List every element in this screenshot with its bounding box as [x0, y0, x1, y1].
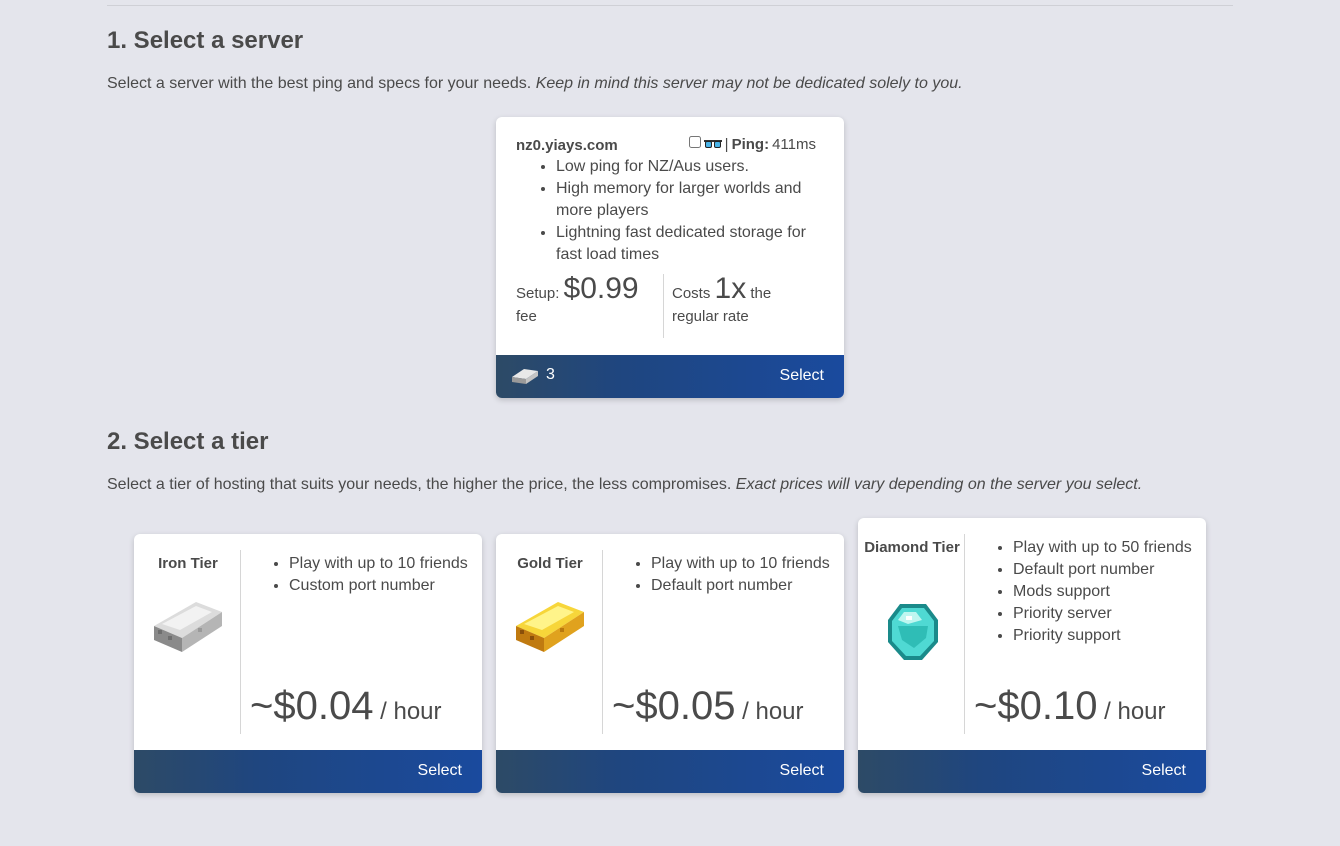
list-item: Priority server	[1013, 603, 1195, 625]
ping-label: Ping:	[731, 136, 770, 153]
list-item: Play with up to 10 friends	[289, 553, 471, 575]
select-diamond-tier-button[interactable]: Select	[1142, 762, 1186, 780]
tier-card-gold[interactable]: Gold Tier Play with up to 10 friends Def…	[496, 534, 844, 793]
setup-price: $0.99	[563, 272, 639, 305]
iron-ingot-icon	[512, 369, 538, 384]
list-item: Low ping for NZ/Aus users.	[556, 156, 828, 178]
list-item: Play with up to 50 friends	[1013, 537, 1195, 559]
tier-feature-list: Play with up to 10 friends Custom port n…	[271, 553, 471, 597]
section-title-server: 1. Select a server	[107, 27, 304, 54]
tier-card-footer: Select	[858, 750, 1206, 793]
tier-card-iron[interactable]: Iron Tier Play with up to 10 friends Cus…	[134, 534, 482, 793]
list-item: Mods support	[1013, 581, 1195, 603]
tier-price: ~$0.04 / hour	[250, 684, 442, 728]
server-hostname: nz0.yiays.com	[516, 137, 618, 154]
top-divider	[107, 5, 1233, 6]
list-item: Default port number	[651, 575, 833, 597]
iron-ingot-icon	[154, 602, 222, 652]
section-title-tier: 2. Select a tier	[107, 428, 269, 455]
gold-ingot-icon	[516, 602, 584, 652]
cost-multiplier-value: 1x	[714, 272, 747, 305]
setup-fee: Setup: $0.99 fee	[516, 272, 639, 326]
list-item: Default port number	[1013, 559, 1195, 581]
tier-price: ~$0.10 / hour	[974, 684, 1166, 728]
server-card-footer: 3 Select	[496, 355, 844, 398]
select-gold-tier-button[interactable]: Select	[780, 762, 824, 780]
tier-name: Gold Tier	[517, 555, 583, 572]
divider	[663, 274, 664, 338]
list-item: Play with up to 10 friends	[651, 553, 833, 575]
tier-name: Diamond Tier	[864, 539, 960, 556]
tier-feature-list: Play with up to 50 friends Default port …	[995, 537, 1195, 647]
tier-feature-list: Play with up to 10 friends Default port …	[633, 553, 833, 597]
list-item: Priority support	[1013, 625, 1195, 647]
ingot-count: 3	[510, 365, 555, 385]
server-card[interactable]: nz0.yiays.com | Ping: 411ms Low ping for…	[496, 117, 844, 398]
glasses-icon	[703, 139, 722, 148]
section-desc-tier: Select a tier of hosting that suits your…	[107, 476, 1143, 493]
select-iron-tier-button[interactable]: Select	[418, 762, 462, 780]
divider	[602, 550, 603, 734]
list-item: Lightning fast dedicated storage for fas…	[556, 222, 828, 266]
divider	[964, 534, 965, 734]
list-item: Custom port number	[289, 575, 471, 597]
section-desc-server: Select a server with the best ping and s…	[107, 75, 963, 92]
list-item: High memory for larger worlds and more p…	[556, 178, 828, 222]
server-compare-checkbox[interactable]	[688, 135, 701, 148]
tier-card-diamond[interactable]: Diamond Tier Play with up to 50 friends …	[858, 518, 1206, 793]
select-server-button[interactable]: Select	[780, 367, 824, 385]
tier-card-footer: Select	[496, 750, 844, 793]
tier-card-footer: Select	[134, 750, 482, 793]
server-ping: | Ping: 411ms	[688, 135, 816, 153]
cost-multiplier: Costs 1x the regular rate	[672, 272, 772, 326]
tier-name: Iron Tier	[158, 555, 218, 572]
tier-price: ~$0.05 / hour	[612, 684, 804, 728]
divider	[240, 550, 241, 734]
diamond-icon	[888, 604, 938, 660]
server-feature-list: Low ping for NZ/Aus users. High memory f…	[538, 156, 828, 266]
ping-value: 411ms	[772, 136, 816, 153]
